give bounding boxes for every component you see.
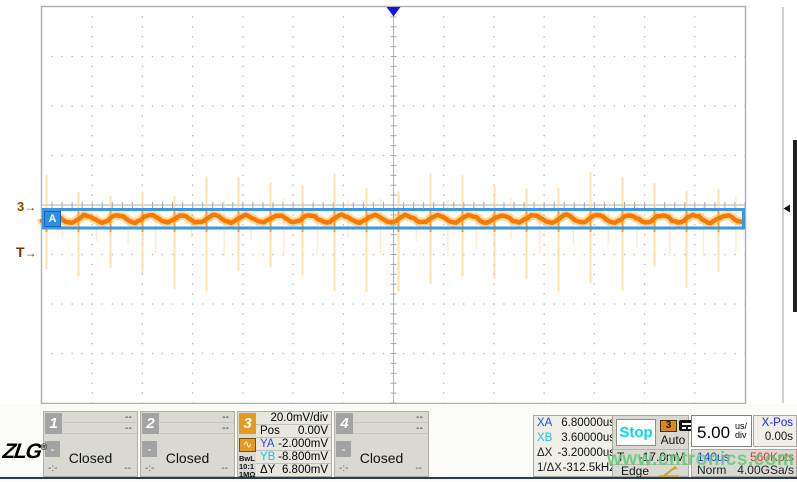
run-stop-button[interactable]: Stop: [616, 419, 656, 446]
status-bar: 1 -- -- - Closed -:- -- 2 -- -- - Closed…: [0, 404, 797, 482]
cursor-xb-row: XB 3.60000us: [534, 431, 618, 446]
dx-value: -3.20000us: [557, 446, 615, 461]
channel2-footer-right: --: [221, 463, 228, 474]
cursor-measurement-panel[interactable]: XA 6.80000us XB 3.60000us ΔX -3.20000us …: [533, 415, 619, 477]
window-edge: [793, 140, 797, 312]
zoom-region-a-badge[interactable]: A: [44, 211, 61, 227]
waveform-display[interactable]: [0, 0, 797, 410]
xa-label: XA: [537, 416, 552, 431]
timebase-unit: us/ div: [735, 422, 747, 440]
channel4-footer-right: --: [415, 463, 422, 474]
xb-label: XB: [537, 431, 552, 446]
invdx-value: -312.5kHz: [563, 461, 615, 476]
channel1-footer-left: -:-: [48, 463, 57, 474]
channel1-value-row: --: [63, 423, 137, 434]
channel3-readouts: 20.0mV/div Pos 0.00V YA -2.000mV YB -8.8…: [256, 412, 331, 476]
channel3-position-marker[interactable]: 3→: [17, 200, 36, 214]
channel3-scale: 20.0mV/div: [270, 412, 328, 425]
xb-value: 3.60000us: [561, 431, 615, 446]
right-arrow-icon: →: [25, 246, 37, 260]
channel4-box[interactable]: 4 -- -- - Closed -:- --: [334, 411, 429, 477]
channel3-ya-row: YA -2.000mV: [256, 438, 331, 451]
channel2-badge: 2: [142, 413, 159, 434]
acquisition-row: Norm 4.00GSa/s: [692, 464, 796, 477]
xpos-value: 0.00s: [765, 431, 793, 443]
cursor-xa-row: XA 6.80000us: [534, 416, 618, 431]
timebase-box[interactable]: 5.00 us/ div: [691, 415, 752, 447]
trigger-level-marker[interactable]: T→: [16, 246, 37, 260]
channel3-scale-row: 20.0mV/div: [256, 412, 331, 425]
channel3-pos-row: Pos 0.00V: [256, 425, 331, 438]
channel4-badge: 4: [336, 413, 353, 434]
zlg-logo: ZLG®: [3, 440, 47, 464]
cursor-dx-row: ΔX -3.20000us: [534, 446, 618, 461]
channel2-footer-left: -:-: [145, 463, 154, 474]
acquisition-panel[interactable]: 140us 560Kpts Norm 4.00GSa/s: [691, 449, 797, 477]
invdx-label: 1/ΔX: [537, 461, 562, 476]
dx-label: ΔX: [537, 446, 552, 461]
channel2-status: Closed: [141, 450, 234, 466]
channel1-footer-right: --: [124, 463, 131, 474]
trigger-level-value: -17.0mV: [639, 450, 684, 464]
pos-label: Pos: [260, 425, 280, 438]
channel1-badge: 1: [45, 413, 62, 434]
trigger-sweep-mode[interactable]: Auto: [657, 433, 689, 447]
horizontal-position-panel[interactable]: X-Pos 0.00s: [753, 415, 797, 447]
trigger-level-row: T -17.0mV: [613, 450, 688, 464]
window-bottom-border: [0, 477, 797, 479]
xpos-label: X-Pos: [762, 417, 793, 429]
acquisition-mode: Norm: [697, 464, 726, 477]
channel3-yb-row: YB -8.800mV: [256, 451, 331, 464]
channel3-box[interactable]: 20.0mV/div Pos 0.00V YA -2.000mV YB -8.8…: [237, 411, 332, 477]
dy-label: ΔY: [260, 464, 275, 477]
ya-value: -2.000mV: [278, 438, 328, 451]
channel3-dy-row: ΔY 6.800mV: [256, 464, 331, 477]
channel4-status: Closed: [335, 450, 428, 466]
dy-value: 6.800mV: [282, 464, 328, 477]
right-arrow-icon: →: [24, 200, 36, 214]
sine-wave-icon: ∿: [239, 438, 256, 452]
channel1-status: Closed: [44, 450, 137, 466]
sample-rate: 4.00GSa/s: [737, 464, 794, 477]
xa-value: 6.80000us: [561, 416, 615, 431]
channel3-badge: 3: [239, 413, 256, 434]
channel2-box[interactable]: 2 -- -- - Closed -:- --: [140, 411, 235, 477]
trigger-panel: Stop 3 Auto T -17.0mV Edge: [612, 415, 689, 477]
pos-value: 0.00V: [298, 425, 328, 438]
channel4-footer-left: -:-: [339, 463, 348, 474]
trigger-level-label: T: [617, 450, 624, 464]
trigger-source-badge[interactable]: 3: [660, 420, 677, 432]
yb-value: -8.800mV: [278, 451, 328, 464]
channel2-value-row: --: [160, 423, 234, 434]
yb-label: YB: [260, 451, 275, 464]
cursor-invdx-row: 1/ΔX -312.5kHz: [534, 461, 618, 476]
channel4-value-row: --: [354, 423, 428, 434]
timebase-scale: 5.00: [697, 423, 730, 443]
channel1-box[interactable]: 1 -- -- - Closed -:- --: [43, 411, 138, 477]
oscilloscope-window: 3→ T→ A 1 -- -- - Closed -:- -- 2 -- -- …: [0, 0, 797, 482]
ya-label: YA: [260, 438, 275, 451]
